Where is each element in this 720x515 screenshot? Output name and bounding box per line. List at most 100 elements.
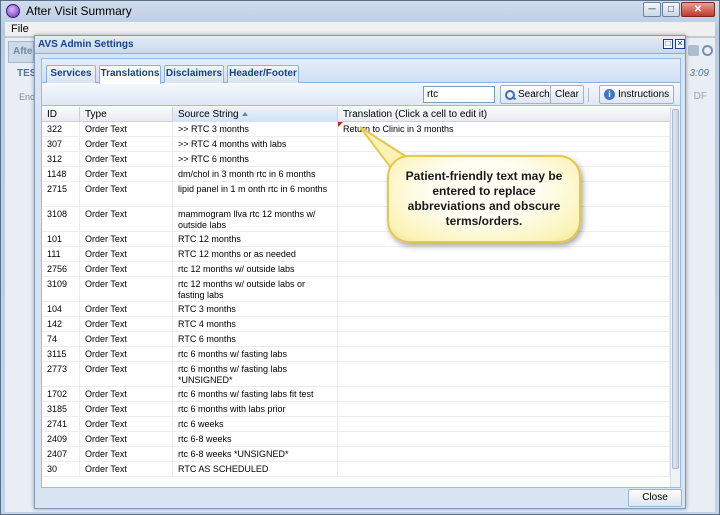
search-input[interactable] (423, 86, 495, 103)
sort-ascending-icon (241, 112, 248, 117)
cell-id: 2756 (42, 262, 80, 276)
cell-translation[interactable] (338, 462, 670, 476)
cell-id: 2773 (42, 362, 80, 386)
toolbar-separator (588, 88, 589, 102)
cell-type: Order Text (80, 447, 173, 461)
cell-type: Order Text (80, 247, 173, 261)
cell-translation[interactable] (338, 302, 670, 316)
close-button[interactable]: Close (628, 489, 682, 507)
cell-translation[interactable] (338, 347, 670, 361)
table-row[interactable]: 30 Order Text RTC AS SCHEDULED (42, 462, 670, 477)
cell-source-string: RTC 3 months (173, 302, 338, 316)
edited-cell-marker (338, 122, 343, 127)
table-row[interactable]: 2773 Order Text rtc 6 months w/ fasting la… (42, 362, 670, 387)
table-row[interactable]: 104 Order Text RTC 3 months (42, 302, 670, 317)
background-settings-icon (688, 45, 699, 56)
table-row[interactable]: 74 Order Text RTC 6 months (42, 332, 670, 347)
clear-button[interactable]: Clear (550, 85, 584, 104)
table-row[interactable]: 3109 Order Text rtc 12 months w/ outside l… (42, 277, 670, 302)
tab-services[interactable]: Services (46, 65, 96, 83)
table-row[interactable]: 2741 Order Text rtc 6 weeks (42, 417, 670, 432)
cell-translation[interactable] (338, 247, 670, 261)
cell-type: Order Text (80, 262, 173, 276)
cell-translation[interactable] (338, 262, 670, 276)
cell-type: Order Text (80, 417, 173, 431)
background-df-label: DF (693, 91, 707, 102)
column-header-id[interactable]: ID (42, 107, 80, 122)
minimize-button[interactable]: ─ (643, 2, 661, 17)
column-header-type[interactable]: Type (80, 107, 173, 122)
table-row[interactable]: 2756 Order Text rtc 12 months w/ outside l… (42, 262, 670, 277)
column-header-translation[interactable]: Translation (Click a cell to edit it) (338, 107, 670, 122)
tab-translations[interactable]: Translations (99, 65, 161, 84)
tab-strip: Services Translations Disclaimers Header… (42, 59, 680, 84)
cell-source-string: RTC 4 months (173, 317, 338, 331)
cell-source-string: rtc 6 months w/ fasting labs fit test (173, 387, 338, 401)
table-row[interactable]: 307 Order Text >> RTC 4 months with labs (42, 137, 670, 152)
cell-type: Order Text (80, 332, 173, 346)
tab-disclaimers[interactable]: Disclaimers (164, 65, 224, 83)
cell-id: 1702 (42, 387, 80, 401)
cell-source-string: RTC 6 months (173, 332, 338, 346)
instructions-button[interactable]: i Instructions (599, 85, 675, 104)
clear-button-label: Clear (555, 89, 579, 100)
translations-toolbar: Search Clear i Instructions (42, 84, 680, 106)
cell-type: Order Text (80, 232, 173, 246)
table-row[interactable]: 3185 Order Text rtc 6 months with labs pri… (42, 402, 670, 417)
cell-type: Order Text (80, 277, 173, 301)
cell-type: Order Text (80, 317, 173, 331)
cell-source-string: mammogram llva rtc 12 months w/ outside … (173, 207, 338, 231)
cell-translation[interactable] (338, 447, 670, 461)
cell-translation[interactable] (338, 362, 670, 386)
cell-translation[interactable] (338, 402, 670, 416)
window-close-button[interactable]: ✕ (681, 2, 715, 17)
cell-translation[interactable] (338, 317, 670, 331)
maximize-button[interactable]: □ (662, 2, 680, 17)
menu-file[interactable]: File (11, 23, 29, 35)
window-title-bar[interactable]: After Visit Summary ─ □ ✕ (1, 1, 719, 21)
cell-id: 30 (42, 462, 80, 476)
table-row[interactable]: 2409 Order Text rtc 6-8 weeks (42, 432, 670, 447)
column-header-source-string[interactable]: Source String (173, 107, 338, 122)
cell-id: 3109 (42, 277, 80, 301)
cell-type: Order Text (80, 167, 173, 181)
cell-id: 142 (42, 317, 80, 331)
table-row[interactable]: 1702 Order Text rtc 6 months w/ fasting la… (42, 387, 670, 402)
dialog-restore-button[interactable]: □ (663, 39, 673, 49)
search-icon (505, 89, 515, 100)
cell-source-string: rtc 6-8 weeks *UNSIGNED* (173, 447, 338, 461)
cell-type: Order Text (80, 302, 173, 316)
cell-translation[interactable] (338, 417, 670, 431)
cell-id: 74 (42, 332, 80, 346)
cell-source-string: rtc 6 months w/ fasting labs (173, 347, 338, 361)
tab-header-footer[interactable]: Header/Footer (227, 65, 299, 83)
window-title: After Visit Summary (26, 4, 132, 18)
cell-id: 101 (42, 232, 80, 246)
cell-source-string: rtc 12 months w/ outside labs (173, 262, 338, 276)
grid-scrollbar[interactable] (670, 107, 680, 487)
cell-id: 312 (42, 152, 80, 166)
cell-id: 3108 (42, 207, 80, 231)
dialog-close-icon[interactable]: ✕ (675, 39, 685, 49)
callout-annotation: Patient-friendly text may be entered to … (387, 155, 581, 243)
cell-type: Order Text (80, 137, 173, 151)
cell-id: 307 (42, 137, 80, 151)
cell-translation[interactable] (338, 432, 670, 446)
dialog-title: AVS Admin Settings (38, 39, 134, 50)
table-row[interactable]: 322 Order Text >> RTC 3 months Return to Cl… (42, 122, 670, 137)
table-row[interactable]: 3115 Order Text rtc 6 months w/ fasting la… (42, 347, 670, 362)
cell-type: Order Text (80, 182, 173, 206)
cell-translation[interactable] (338, 332, 670, 346)
grid-scrollbar-thumb[interactable] (672, 109, 679, 469)
cell-id: 2741 (42, 417, 80, 431)
table-row[interactable]: 142 Order Text RTC 4 months (42, 317, 670, 332)
search-button[interactable]: Search (500, 85, 555, 104)
table-row[interactable]: 111 Order Text RTC 12 months or as needed (42, 247, 670, 262)
cell-source-string: >> RTC 4 months with labs (173, 137, 338, 151)
cell-id: 3185 (42, 402, 80, 416)
cell-translation[interactable] (338, 277, 670, 301)
table-row[interactable]: 2407 Order Text rtc 6-8 weeks *UNSIGNED* (42, 447, 670, 462)
dialog-header: AVS Admin Settings □ ✕ (35, 36, 685, 54)
cell-translation[interactable] (338, 387, 670, 401)
cell-source-string: rtc 6 months with labs prior (173, 402, 338, 416)
